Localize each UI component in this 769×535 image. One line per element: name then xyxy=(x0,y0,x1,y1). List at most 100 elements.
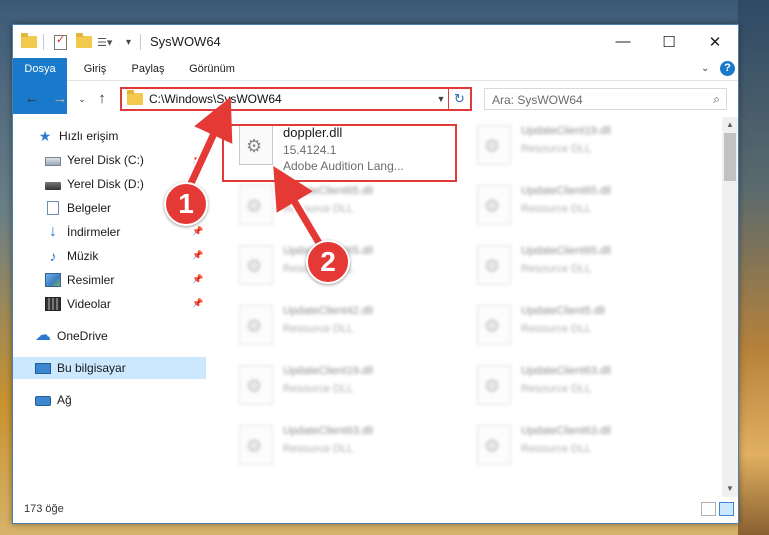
sidebar-item-label: OneDrive xyxy=(57,329,108,343)
file-type: Resource DLL xyxy=(521,143,592,155)
tab-view[interactable]: Görünüm xyxy=(181,58,243,81)
sidebar-item-label: İndirmeler xyxy=(67,225,121,239)
dll-file-icon: ⚙ xyxy=(477,125,511,165)
cloud-icon: ☁ xyxy=(35,327,51,344)
drive-icon xyxy=(45,157,61,166)
file-name: UpdateClient63.dll xyxy=(283,425,373,437)
dll-file-icon: ⚙ xyxy=(477,185,511,225)
file-item[interactable]: ⚙ UpdateClient19.dll Resource DLL xyxy=(235,359,465,415)
file-name: UpdateClient63.dll xyxy=(521,425,611,437)
address-folder-icon xyxy=(127,90,143,105)
search-input[interactable]: Ara: SysWOW64 ⌕ xyxy=(484,88,727,110)
file-type: Resource DLL xyxy=(283,443,354,455)
vertical-scrollbar[interactable]: ▲ ▼ xyxy=(722,117,738,497)
pin-icon[interactable]: 📌 xyxy=(192,226,203,237)
sidebar-item-label: Yerel Disk (D:) xyxy=(67,177,144,191)
customize-toolbar-icon[interactable]: ☰▾ xyxy=(97,33,112,51)
scroll-up-icon[interactable]: ▲ xyxy=(722,117,738,133)
forward-arrow-icon[interactable]: → xyxy=(51,89,69,109)
file-item[interactable]: ⚙ UpdateClient5.dll Resource DLL xyxy=(473,299,703,355)
expand-ribbon-icon[interactable]: ⌄ xyxy=(701,63,709,74)
sidebar-item-label: Hızlı erişim xyxy=(59,129,119,143)
file-name: UpdateClient65.dll xyxy=(521,185,611,197)
file-item[interactable]: ⚙ UpdateClient63.dll Resource DLL xyxy=(235,419,465,475)
title-bar: ☰▾ ▾ SysWOW64 — ☐ ✕ xyxy=(13,25,738,58)
up-arrow-icon[interactable]: ↑ xyxy=(93,89,111,109)
documents-icon xyxy=(47,201,59,215)
search-icon[interactable]: ⌕ xyxy=(713,92,720,107)
recent-locations-icon[interactable]: ⌄ xyxy=(73,89,91,109)
file-item[interactable]: ⚙ UpdateClient65.dll Resource DLL xyxy=(473,239,703,295)
sidebar-item-this-pc[interactable]: Bu bilgisayar xyxy=(13,357,206,379)
step-badge-2: 2 xyxy=(306,240,350,284)
network-icon xyxy=(35,396,51,406)
file-item-doppler[interactable]: ⚙ doppler.dll 15.4124.1 Adobe Audition L… xyxy=(235,119,465,175)
back-arrow-icon[interactable]: ← xyxy=(23,89,41,109)
file-item[interactable]: ⚙ UpdateClient63.dll Resource DLL xyxy=(473,359,703,415)
sidebar-item-network[interactable]: Ağ xyxy=(13,389,206,411)
file-name: UpdateClient5.dll xyxy=(521,305,605,317)
pin-icon[interactable]: 📌 xyxy=(192,298,203,309)
pin-icon[interactable]: 📌 xyxy=(192,250,203,261)
file-name: UpdateClient63.dll xyxy=(521,365,611,377)
scroll-down-icon[interactable]: ▼ xyxy=(722,481,738,497)
tiles-view-icon[interactable] xyxy=(719,502,734,516)
help-icon[interactable]: ? xyxy=(720,61,735,76)
file-type: Resource DLL xyxy=(521,443,592,455)
address-dropdown-icon[interactable]: ▼ xyxy=(434,94,448,104)
file-item[interactable]: ⚙ UpdateClient65.dll Resource DLL xyxy=(473,179,703,235)
sidebar-item-videos[interactable]: Videolar 📌 xyxy=(13,293,206,315)
quick-access-folder-icon[interactable] xyxy=(21,33,37,51)
minimize-button[interactable]: — xyxy=(600,25,646,58)
dll-file-icon: ⚙ xyxy=(477,245,511,285)
step-badge-1: 1 xyxy=(164,182,208,226)
sidebar-item-local-disk-c[interactable]: Yerel Disk (C:) 📌 xyxy=(13,149,206,171)
ribbon-tabs: Dosya Giriş Paylaş Görünüm ⌄ ? xyxy=(13,58,738,114)
file-name: UpdateClient42.dll xyxy=(283,305,373,317)
sidebar-item-label: Yerel Disk (C:) xyxy=(67,153,144,167)
dll-file-icon: ⚙ xyxy=(477,425,511,465)
dll-file-icon: ⚙ xyxy=(239,185,273,225)
file-type: Resource DLL xyxy=(521,203,592,215)
file-item[interactable]: ⚙ UpdateClient19.dll Resource DLL xyxy=(473,119,703,175)
dll-file-icon: ⚙ xyxy=(239,125,273,165)
refresh-icon[interactable]: ↻ xyxy=(448,89,470,109)
file-item[interactable]: ⚙ UpdateClient63.dll Resource DLL xyxy=(473,419,703,475)
downloads-icon: ↓ xyxy=(49,223,57,240)
maximize-button[interactable]: ☐ xyxy=(646,25,692,58)
file-description: Adobe Audition Lang... xyxy=(283,159,404,173)
properties-icon[interactable] xyxy=(54,33,67,51)
file-type: Resource DLL xyxy=(283,323,354,335)
sidebar-item-label: Müzik xyxy=(67,249,99,263)
file-item[interactable]: ⚙ UpdateClient65.dll Resource DLL xyxy=(235,239,465,295)
file-type: Resource DLL xyxy=(521,263,592,275)
pin-icon[interactable]: 📌 xyxy=(192,154,203,165)
file-name: UpdateClient19.dll xyxy=(521,125,611,137)
dll-file-icon: ⚙ xyxy=(239,425,273,465)
search-placeholder: Ara: SysWOW64 xyxy=(492,93,583,107)
address-path[interactable]: C:\Windows\SysWOW64 xyxy=(149,92,434,106)
file-item[interactable]: ⚙ UpdateClient65.dll Resource DLL xyxy=(235,179,465,235)
sidebar-item-onedrive[interactable]: ☁ OneDrive xyxy=(13,325,206,347)
file-name: UpdateClient65.dll xyxy=(521,245,611,257)
drive-icon xyxy=(45,182,61,190)
address-bar[interactable]: C:\Windows\SysWOW64 ▼ ↻ xyxy=(120,87,472,111)
file-type: Resource DLL xyxy=(283,383,354,395)
file-item[interactable]: ⚙ UpdateClient42.dll Resource DLL xyxy=(235,299,465,355)
sidebar-item-quick-access[interactable]: ★ Hızlı erişim xyxy=(13,125,206,147)
new-folder-icon[interactable] xyxy=(76,33,92,51)
file-type: Resource DLL xyxy=(521,383,592,395)
tab-share[interactable]: Paylaş xyxy=(123,58,173,81)
explorer-window: ☰▾ ▾ SysWOW64 — ☐ ✕ Dosya Giriş Paylaş G… xyxy=(12,24,739,524)
sidebar-item-label: Bu bilgisayar xyxy=(57,361,126,375)
pin-icon[interactable]: 📌 xyxy=(192,274,203,285)
scroll-thumb[interactable] xyxy=(724,133,736,181)
close-button[interactable]: ✕ xyxy=(692,25,738,58)
sidebar-item-pictures[interactable]: Resimler 📌 xyxy=(13,269,206,291)
sidebar-item-label: Belgeler xyxy=(67,201,112,215)
toolbar-dropdown-icon[interactable]: ▾ xyxy=(126,33,131,51)
details-view-icon[interactable] xyxy=(701,502,716,516)
tab-home[interactable]: Giriş xyxy=(75,58,115,81)
sidebar-item-label: Resimler xyxy=(67,273,115,287)
sidebar-item-music[interactable]: ♪ Müzik 📌 xyxy=(13,245,206,267)
